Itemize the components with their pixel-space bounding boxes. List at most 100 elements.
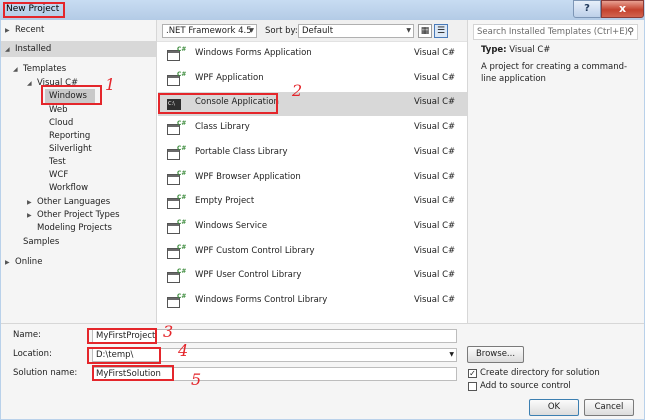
template-row[interactable]: C# Windows Service Visual C# [158, 216, 467, 240]
sort-dropdown[interactable]: Default ▼ [298, 24, 414, 38]
tree-item-other-project-types[interactable]: ▶ Other Project Types [27, 208, 120, 222]
add-source-control-checkbox[interactable] [468, 382, 477, 391]
tree-item-test[interactable]: Test [49, 155, 66, 169]
template-language: Visual C# [414, 270, 456, 281]
type-value: Visual C# [509, 45, 551, 55]
template-name: Windows Service [195, 220, 268, 231]
template-row[interactable]: C# WPF Application Visual C# [158, 68, 467, 92]
cancel-button[interactable]: Cancel [584, 399, 634, 416]
tree-item-workflow[interactable]: Workflow [49, 181, 88, 195]
project-template-icon: C# [167, 120, 186, 136]
annotation-box-location [87, 347, 161, 364]
template-name: Windows Forms Application [195, 48, 312, 58]
list-icon: ☰ [436, 26, 446, 36]
tree-item-other-languages[interactable]: ▶ Other Languages [27, 195, 110, 209]
template-language: Visual C# [414, 97, 456, 108]
project-template-icon: C# [167, 71, 186, 87]
annotation-box-windows [41, 85, 102, 105]
list-view-button[interactable]: ☰ [434, 24, 448, 38]
template-language: Visual C# [414, 295, 456, 305]
location-label: Location: [13, 349, 52, 359]
annotation-number-2: 2 [292, 81, 303, 100]
template-language: Visual C# [414, 72, 456, 83]
template-name: Portable Class Library [195, 146, 288, 157]
tree-item-wcf[interactable]: WCF [49, 168, 68, 182]
template-list-pane: .NET Framework 4.5 ▼ Sort by: Default ▼ ▦ … [156, 20, 468, 323]
tree-item-web[interactable]: Web [49, 103, 68, 117]
template-row[interactable]: C# Class Library Visual C# [158, 117, 467, 141]
collapse-arrow-icon[interactable]: ◢ [27, 77, 37, 91]
browse-button[interactable]: Browse... [467, 346, 524, 363]
template-language: Visual C# [414, 122, 456, 133]
search-icon[interactable]: ⚲ [627, 25, 634, 39]
type-label: Type: [481, 45, 507, 55]
ok-button[interactable]: OK [529, 399, 579, 416]
tree-item-samples[interactable]: Samples [23, 235, 59, 249]
category-tree: ▶ Recent ◢ Installed ◢ Templates ◢ Visual C#… [1, 20, 156, 323]
template-name: Windows Forms Control Library [195, 295, 328, 305]
template-row[interactable]: C# Windows Forms Application Visual C# [158, 43, 467, 67]
project-template-icon: C# [167, 219, 186, 235]
annotation-box-console [158, 93, 278, 114]
name-label: Name: [13, 330, 41, 340]
tree-item-recent[interactable]: ▶ Recent [5, 23, 44, 37]
add-source-control-label: Add to source control [480, 381, 571, 391]
project-template-icon: C# [167, 46, 186, 62]
project-template-icon: C# [167, 145, 186, 161]
template-language: Visual C# [414, 220, 456, 231]
template-row[interactable]: C# Empty Project Visual C# [158, 191, 467, 215]
create-directory-checkbox[interactable]: ✓ [468, 369, 477, 378]
solution-name-label: Solution name: [13, 368, 78, 378]
project-template-icon: C# [167, 244, 186, 260]
annotation-box-title [3, 2, 65, 18]
template-row[interactable]: C# Portable Class Library Visual C# [158, 142, 467, 166]
template-name: Empty Project [195, 196, 255, 207]
annotation-number-3: 3 [163, 322, 174, 341]
close-button[interactable]: x [601, 0, 644, 18]
annotation-box-name [87, 328, 157, 344]
expand-arrow-icon[interactable]: ▶ [5, 256, 15, 270]
tree-item-online[interactable]: ▶ Online [5, 255, 42, 269]
template-row[interactable]: C# WPF Browser Application Visual C# [158, 167, 467, 191]
tree-item-modeling-projects[interactable]: Modeling Projects [37, 221, 112, 235]
project-template-icon: C# [167, 268, 186, 284]
project-template-icon: C# [167, 293, 186, 309]
template-name: WPF User Control Library [195, 270, 302, 281]
template-row[interactable]: C# WPF Custom Control Library Visual C# [158, 241, 467, 265]
sort-by-label: Sort by: [265, 26, 298, 36]
annotation-number-4: 4 [178, 341, 189, 360]
project-form: Name: MyFirstProject Location: D:\temp\ … [1, 322, 644, 419]
template-language: Visual C# [414, 196, 456, 207]
small-icons-view-button[interactable]: ▦ [418, 24, 432, 38]
template-details-pane: Search Installed Templates (Ctrl+E) ⚲ Ty… [468, 20, 644, 323]
tree-item-silverlight[interactable]: Silverlight [49, 142, 92, 156]
template-name: WPF Custom Control Library [195, 245, 315, 256]
template-name: WPF Application [195, 72, 264, 83]
annotation-box-solution [92, 365, 174, 381]
template-language: Visual C# [414, 171, 456, 182]
help-button[interactable]: ? [573, 0, 601, 18]
create-directory-label: Create directory for solution [480, 368, 600, 378]
template-language: Visual C# [414, 245, 456, 256]
collapse-arrow-icon[interactable]: ◢ [5, 43, 15, 57]
collapse-arrow-icon[interactable]: ◢ [13, 63, 23, 77]
tree-item-reporting[interactable]: Reporting [49, 129, 90, 143]
template-name: Class Library [195, 122, 250, 133]
tree-item-cloud[interactable]: Cloud [49, 116, 73, 130]
template-language: Visual C# [414, 48, 456, 58]
framework-dropdown[interactable]: .NET Framework 4.5 ▼ [162, 24, 257, 38]
chevron-down-icon[interactable]: ▼ [449, 349, 454, 361]
expand-arrow-icon[interactable]: ▶ [27, 209, 37, 223]
template-language: Visual C# [414, 146, 456, 157]
template-row[interactable]: C# Windows Forms Control Library Visual C# [158, 290, 467, 314]
template-row[interactable]: C# WPF User Control Library Visual C# [158, 265, 467, 289]
annotation-number-1: 1 [105, 75, 116, 94]
chevron-down-icon: ▼ [249, 27, 254, 34]
expand-arrow-icon[interactable]: ▶ [5, 24, 15, 38]
search-input[interactable]: Search Installed Templates (Ctrl+E) ⚲ [473, 24, 638, 40]
tree-item-templates[interactable]: ◢ Templates [13, 62, 66, 76]
tree-item-installed[interactable]: ◢ Installed [5, 42, 51, 56]
grid-icon: ▦ [420, 26, 430, 36]
template-toolbar: .NET Framework 4.5 ▼ Sort by: Default ▼ ▦ … [157, 20, 467, 42]
title-bar: New Project ? x [0, 0, 645, 20]
